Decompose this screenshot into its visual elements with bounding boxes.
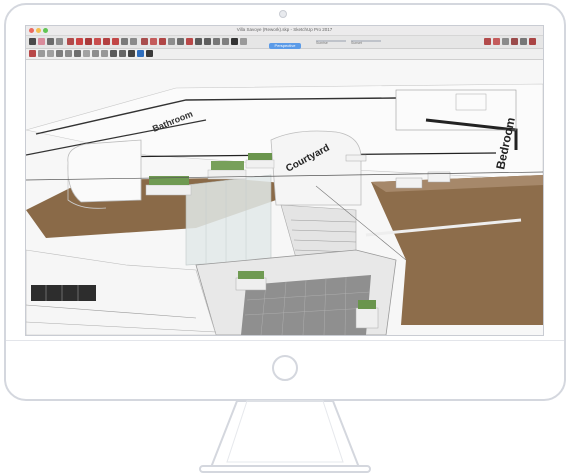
scene-tab[interactable]: Perspective: [269, 43, 301, 49]
shadow-icon[interactable]: [231, 38, 238, 45]
rotate-icon[interactable]: [103, 38, 110, 45]
arc-icon[interactable]: [67, 38, 74, 45]
window-title: Villa Savoye (Rework).skp - SketchUp Pro…: [236, 27, 333, 32]
tape-icon[interactable]: [130, 38, 137, 45]
secondary-toolbar: [26, 49, 543, 60]
monochrome-icon[interactable]: [128, 50, 135, 57]
line-icon[interactable]: [56, 38, 63, 45]
right-view-icon[interactable]: [56, 50, 63, 57]
move-icon[interactable]: [94, 38, 101, 45]
back-view-icon[interactable]: [65, 50, 72, 57]
top-view-icon[interactable]: [38, 50, 45, 57]
look-icon[interactable]: [222, 38, 229, 45]
iso-view-icon[interactable]: [29, 50, 36, 57]
pencil-icon[interactable]: [47, 38, 54, 45]
rectangle-icon[interactable]: [76, 38, 83, 45]
settings-icon[interactable]: [484, 38, 491, 45]
xray-icon[interactable]: [83, 50, 90, 57]
slider-right-label: Sunset: [351, 41, 362, 45]
walk-icon[interactable]: [213, 38, 220, 45]
scale-icon[interactable]: [112, 38, 119, 45]
eraser-icon[interactable]: [38, 38, 45, 45]
screen: Villa Savoye (Rework).skp - SketchUp Pro…: [25, 25, 544, 336]
offset-icon[interactable]: [121, 38, 128, 45]
text-icon[interactable]: [141, 38, 148, 45]
warehouse-icon[interactable]: [529, 38, 536, 45]
window-titlebar: Villa Savoye (Rework).skp - SketchUp Pro…: [26, 26, 543, 36]
materials-icon[interactable]: [520, 38, 527, 45]
section-fill-icon[interactable]: [146, 50, 153, 57]
stand-neck: [208, 400, 362, 471]
front-view-icon[interactable]: [47, 50, 54, 57]
slider-left-label: Sunrise: [316, 41, 328, 45]
shaded-icon[interactable]: [110, 50, 117, 57]
zoom-extents-icon[interactable]: [186, 38, 193, 45]
stand-base: [199, 465, 371, 473]
left-view-icon[interactable]: [74, 50, 81, 57]
section-display-icon[interactable]: [137, 50, 144, 57]
model-render: Bathroom Courtyard Bedroom: [26, 60, 543, 335]
camera-icon[interactable]: [204, 38, 211, 45]
paint-icon[interactable]: [150, 38, 157, 45]
wireframe-icon[interactable]: [92, 50, 99, 57]
styles-icon[interactable]: [493, 38, 500, 45]
push-pull-icon[interactable]: [85, 38, 92, 45]
fog-icon[interactable]: [240, 38, 247, 45]
hidden-line-icon[interactable]: [101, 50, 108, 57]
layers-icon[interactable]: [502, 38, 509, 45]
orbit-icon[interactable]: [159, 38, 166, 45]
zoom-icon[interactable]: [177, 38, 184, 45]
model-viewport[interactable]: Bathroom Courtyard Bedroom: [26, 60, 543, 335]
section-icon[interactable]: [195, 38, 202, 45]
components-icon[interactable]: [511, 38, 518, 45]
textured-icon[interactable]: [119, 50, 126, 57]
pan-icon[interactable]: [168, 38, 175, 45]
select-icon[interactable]: [29, 38, 36, 45]
